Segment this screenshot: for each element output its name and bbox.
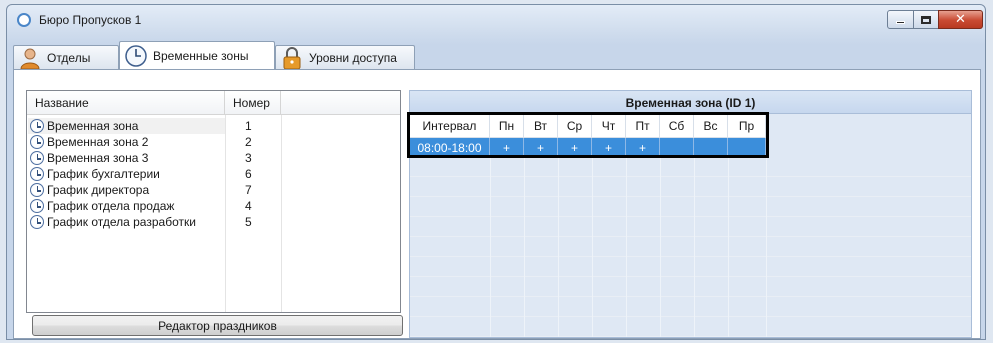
tab-departments-label: Отделы (47, 50, 91, 65)
maximize-button[interactable] (913, 10, 939, 29)
holiday-editor-button[interactable]: Редактор праздников (32, 315, 403, 336)
clock-icon (30, 183, 44, 197)
column-name-header[interactable]: Название (27, 91, 225, 115)
tab-departments[interactable]: Отделы (13, 45, 119, 69)
list-item[interactable]: Временная зона 1 (27, 118, 400, 134)
time-zone-list[interactable]: Название Номер Временная зона 1 Временна… (26, 90, 401, 313)
grid-empty-row (410, 158, 971, 177)
item-name: Временная зона 2 (47, 135, 149, 149)
item-name: График бухгалтерии (47, 167, 160, 181)
highlight-frame (407, 112, 769, 158)
grid-empty-row (410, 218, 971, 237)
clock-icon (30, 151, 44, 165)
grid-empty-row (410, 258, 971, 277)
item-number: 5 (245, 215, 252, 229)
zone-title: Временная зона (ID 1) (409, 90, 972, 114)
item-number: 7 (245, 183, 252, 197)
tab-content: Название Номер Временная зона 1 Временна… (13, 69, 981, 339)
main-window: Бюро Пропусков 1 ✕ Отделы Временные зоны… (6, 4, 986, 340)
person-icon (18, 46, 42, 70)
list-item[interactable]: График бухгалтерии 6 (27, 166, 400, 182)
list-item[interactable]: Временная зона 2 2 (27, 134, 400, 150)
grid-divider (524, 158, 525, 337)
tab-access-levels[interactable]: Уровни доступа (275, 45, 415, 69)
grid-empty-row (410, 298, 971, 317)
item-name: График отдела продаж (47, 199, 175, 213)
grid-empty-row (410, 178, 971, 197)
clock-icon (30, 135, 44, 149)
clock-icon (30, 215, 44, 229)
grid-divider (592, 158, 593, 337)
close-icon: ✕ (955, 12, 966, 27)
close-button[interactable]: ✕ (938, 10, 983, 29)
tab-time-zones-label: Временные зоны (153, 48, 249, 63)
grid-empty-row (410, 238, 971, 257)
item-number: 1 (245, 119, 252, 133)
grid-divider (660, 158, 661, 337)
grid-divider (626, 158, 627, 337)
item-name: График директора (47, 183, 150, 197)
grid-divider (766, 158, 767, 337)
column-number-header[interactable]: Номер (225, 91, 281, 115)
item-number: 3 (245, 151, 252, 165)
grid-empty-row (410, 318, 971, 337)
clock-icon (124, 44, 148, 68)
tab-time-zones[interactable]: Временные зоны (119, 41, 275, 69)
grid-divider (728, 158, 729, 337)
app-icon (17, 13, 31, 27)
list-item[interactable]: Временная зона 3 3 (27, 150, 400, 166)
clock-icon (30, 167, 44, 181)
list-header: Название Номер (27, 91, 400, 115)
minimize-icon (896, 21, 905, 24)
item-name: Временная зона (47, 119, 139, 133)
lock-icon (280, 46, 304, 70)
clock-icon (30, 119, 44, 133)
list-item[interactable]: График отдела продаж 4 (27, 198, 400, 214)
title-bar[interactable]: Бюро Пропусков 1 ✕ (7, 5, 985, 35)
item-name: Временная зона 3 (47, 151, 149, 165)
list-item[interactable]: График директора 7 (27, 182, 400, 198)
item-number: 6 (245, 167, 252, 181)
item-number: 4 (245, 199, 252, 213)
grid-empty-row (410, 278, 971, 297)
grid-divider (694, 158, 695, 337)
tab-strip: Отделы Временные зоны Уровни доступа (13, 39, 981, 69)
grid-divider (558, 158, 559, 337)
item-number: 2 (245, 135, 252, 149)
window-title: Бюро Пропусков 1 (39, 13, 142, 27)
item-name: График отдела разработки (47, 215, 196, 229)
minimize-button[interactable] (887, 10, 914, 29)
grid-empty-row (410, 198, 971, 217)
clock-icon (30, 199, 44, 213)
list-item[interactable]: График отдела разработки 5 (27, 214, 400, 230)
maximize-icon (921, 15, 931, 24)
time-zone-panel: Временная зона (ID 1) Интервал Пн Вт Ср … (407, 90, 972, 338)
grid-divider (490, 158, 491, 337)
tab-access-levels-label: Уровни доступа (309, 50, 397, 65)
